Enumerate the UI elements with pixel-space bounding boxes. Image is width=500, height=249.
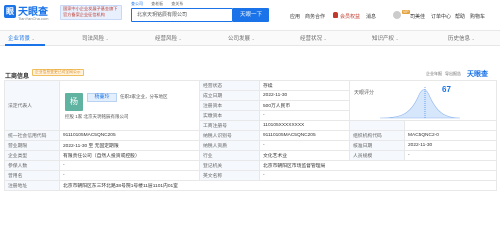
field-value: - bbox=[59, 170, 200, 181]
business-info-table: 法定代表人 杨 杨蔓玲 任职3家企业，分布地区 控股 1家 北京天玥铭辰有限公司… bbox=[4, 80, 497, 191]
field-value: - bbox=[259, 110, 350, 121]
tab-label: 司法风险 bbox=[82, 36, 105, 42]
field-value bbox=[404, 120, 497, 131]
field-value: - bbox=[259, 140, 350, 151]
section-logo: 天眼查 bbox=[467, 71, 488, 78]
active-tab-indicator bbox=[5, 44, 45, 46]
notice-badge[interactable]: 企业信息变更已对全网公示 bbox=[32, 69, 84, 76]
field-label: 组织机构代码 bbox=[349, 130, 405, 141]
field-value: 2022-11-30 bbox=[259, 90, 350, 101]
score-cell: 天眼评分 67 bbox=[349, 80, 497, 121]
nav-orders[interactable]: 订单中心 bbox=[431, 13, 451, 20]
chevron-down-icon: ⌄ bbox=[395, 36, 399, 41]
field-label: 实缴资本 bbox=[199, 110, 260, 121]
tab-judicial-risk[interactable]: 司法风险 ⌄ bbox=[82, 34, 109, 42]
tab-operating-risk[interactable]: 经营风险 ⌄ bbox=[155, 34, 182, 42]
tab-ip[interactable]: 知识产权 ⌄ bbox=[372, 34, 399, 42]
tab-label: 企业背景 bbox=[8, 36, 31, 42]
field-value: 110105XXXXXXXX bbox=[259, 120, 350, 131]
field-label: 工商注册号 bbox=[199, 120, 260, 131]
field-value: - bbox=[404, 150, 497, 161]
field-value: 2022-11-30 至 无固定期限 bbox=[59, 140, 200, 151]
field-value: - bbox=[59, 160, 200, 171]
score-label: 天眼评分 bbox=[354, 90, 375, 96]
chevron-down-icon: ⌄ bbox=[31, 36, 35, 41]
search-tab-relation[interactable]: 查关系 bbox=[171, 1, 183, 6]
field-value: 北京市朝阳区市场监督管理局 bbox=[259, 160, 497, 171]
field-value: 文化艺术业 bbox=[259, 150, 350, 161]
nav-business[interactable]: 商务合作 bbox=[305, 13, 325, 20]
chevron-down-icon: ⌄ bbox=[251, 36, 255, 41]
field-value: - bbox=[259, 170, 497, 181]
legal-rep-cell: 杨 杨蔓玲 任职3家企业，分布地区 控股 1家 北京天玥铭辰有限公司 bbox=[59, 80, 200, 131]
section-title: 工商信息 bbox=[5, 74, 30, 80]
tab-label: 历史信息 bbox=[448, 36, 471, 42]
legal-rep-extra: 任职3家企业，分布地区 bbox=[120, 94, 168, 99]
annual-report-link[interactable]: 企业年报 bbox=[426, 71, 442, 77]
nav-messages[interactable]: 消息 bbox=[366, 13, 376, 20]
field-label: 纳税人资质 bbox=[199, 140, 260, 151]
export-report-link[interactable]: 导出报告 bbox=[445, 71, 461, 77]
banner-line-2: 官方备案企业征信机构 bbox=[63, 12, 105, 17]
field-label: 登记机关 bbox=[199, 160, 260, 171]
field-label: 行业 bbox=[199, 150, 260, 161]
search-tabs: 查公司 查老板 查关系 bbox=[131, 1, 190, 8]
field-value: 北京市朝阳区东三环北路38号院1号楼11层1101内01室 bbox=[59, 180, 497, 191]
field-value: 500万人民币 bbox=[259, 100, 350, 111]
field-label: 纳税人识别号 bbox=[199, 130, 260, 141]
field-label: 曾用名 bbox=[4, 170, 60, 181]
chevron-down-icon: ⌄ bbox=[178, 36, 182, 41]
tab-label: 公司发展 bbox=[228, 36, 251, 42]
tab-label: 经营风险 bbox=[155, 36, 178, 42]
field-value: MAC5QNC2-0 bbox=[404, 130, 497, 141]
legal-rep-name[interactable]: 杨蔓玲 bbox=[87, 93, 117, 102]
logo-icon[interactable]: 眼 bbox=[4, 5, 16, 18]
field-label: 统一社会信用代码 bbox=[4, 130, 60, 141]
field-value: 91110105MAC5QNC205 bbox=[259, 130, 350, 141]
vip-badge: VIP bbox=[402, 10, 410, 14]
field-label: 经营状态 bbox=[199, 80, 260, 91]
field-label: 核准日期 bbox=[349, 140, 405, 151]
nav-member-rights[interactable]: 会员权益 bbox=[340, 13, 360, 20]
field-label: 注册地址 bbox=[4, 180, 60, 191]
field-label: 企业类型 bbox=[4, 150, 60, 161]
field-value: 91110105MAC5QNC205 bbox=[59, 130, 200, 141]
field-label: 成立日期 bbox=[199, 90, 260, 101]
field-label: 注册资本 bbox=[199, 100, 260, 111]
search-button[interactable]: 天眼一下 bbox=[233, 8, 269, 22]
score-value: 67 bbox=[442, 85, 451, 94]
field-value: 有限责任公司（自然人投资或控股） bbox=[59, 150, 200, 161]
tab-enterprise-background[interactable]: 企业背景 ⌄ bbox=[8, 34, 35, 42]
legal-rep-label: 法定代表人 bbox=[4, 80, 60, 131]
field-label: 参保人数 bbox=[4, 160, 60, 171]
tab-label: 知识产权 bbox=[372, 36, 395, 42]
nav-apps[interactable]: 应用 bbox=[290, 13, 300, 20]
site-logo-sub: TianYanCha.com bbox=[18, 16, 49, 21]
search-input[interactable]: 北京天玥铭辰有限公司 bbox=[131, 8, 233, 22]
field-label: 人员规模 bbox=[349, 150, 405, 161]
tab-company-development[interactable]: 公司发展 ⌄ bbox=[228, 34, 255, 42]
field-value: 存续 bbox=[259, 80, 350, 91]
field-label: 营业期限 bbox=[4, 140, 60, 151]
field-label bbox=[349, 120, 405, 131]
member-icon bbox=[333, 12, 338, 18]
tab-label: 经营状况 bbox=[300, 36, 323, 42]
user-avatar[interactable] bbox=[393, 11, 401, 19]
chevron-down-icon: ⌄ bbox=[105, 36, 109, 41]
legal-rep-relations: 控股 1家 北京天玥铭辰有限公司 bbox=[65, 114, 129, 119]
nav-user[interactable]: 司美佳 bbox=[410, 13, 425, 20]
chevron-down-icon: ⌄ bbox=[323, 36, 327, 41]
nav-cart[interactable]: 购物车 bbox=[470, 13, 485, 20]
legal-rep-avatar[interactable]: 杨 bbox=[65, 93, 83, 111]
tab-history[interactable]: 历史信息 ⌄ bbox=[448, 34, 475, 42]
tab-operating-status[interactable]: 经营状况 ⌄ bbox=[300, 34, 327, 42]
chevron-down-icon: ⌄ bbox=[471, 36, 475, 41]
search-tab-boss[interactable]: 查老板 bbox=[151, 1, 163, 6]
nav-help[interactable]: 帮助 bbox=[455, 13, 465, 20]
promo-banner[interactable]: 国家中小企业发展子基金旗下 官方备案企业征信机构 bbox=[60, 5, 122, 20]
field-label: 英文名称 bbox=[199, 170, 260, 181]
search-tab-company[interactable]: 查公司 bbox=[131, 1, 143, 6]
field-value: 2022-11-30 bbox=[404, 140, 497, 151]
